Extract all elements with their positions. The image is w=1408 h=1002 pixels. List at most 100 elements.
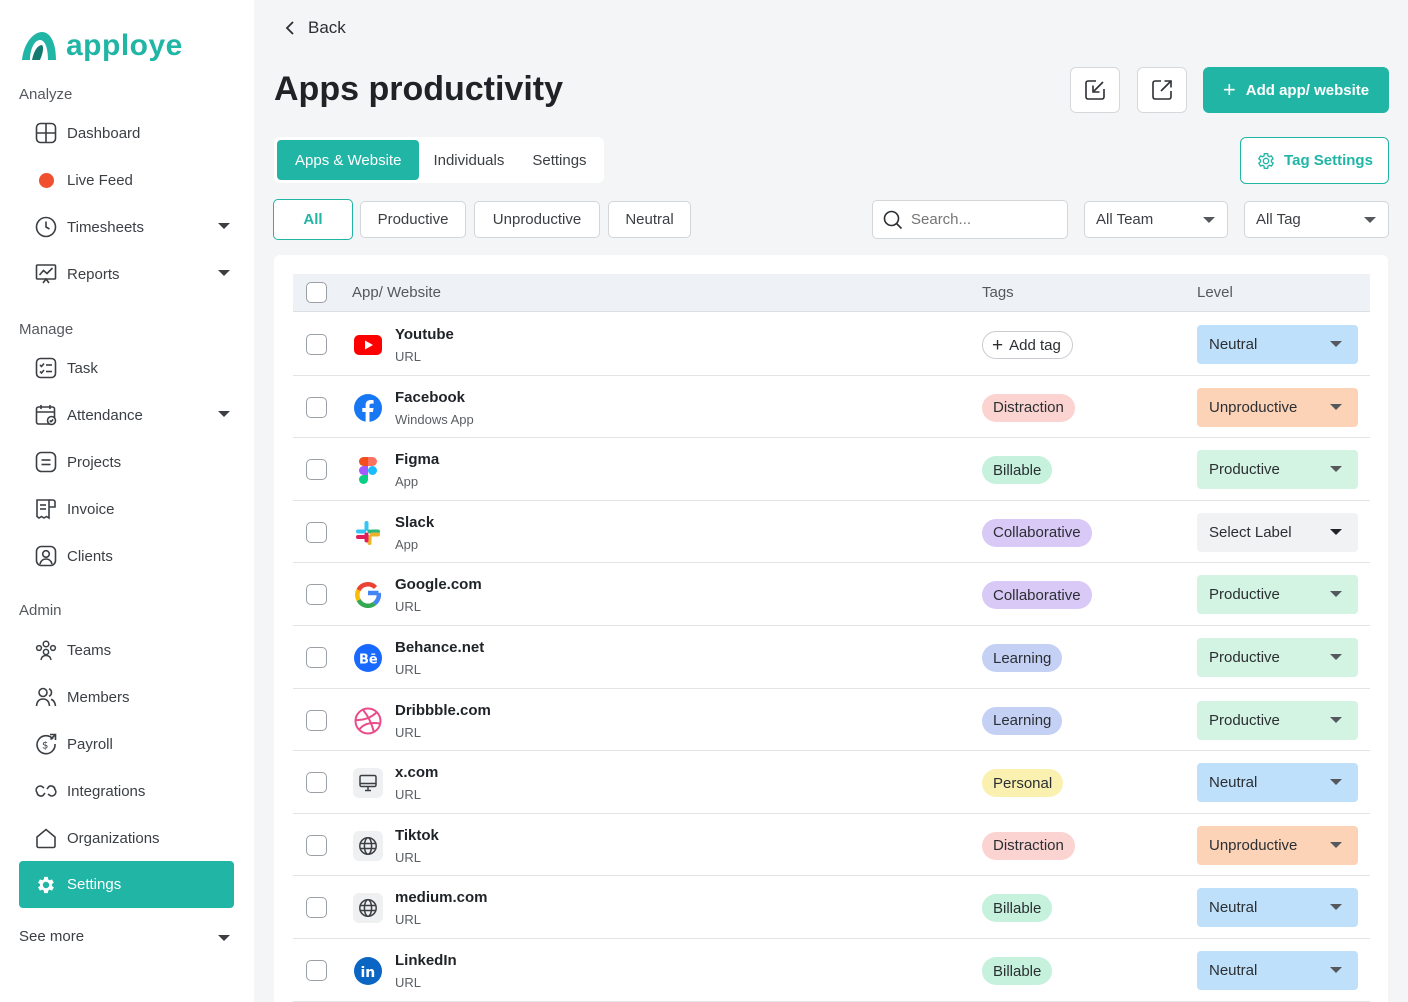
level-select[interactable]: Unproductive: [1197, 387, 1358, 427]
tag-badge[interactable]: Learning: [982, 706, 1063, 735]
tag-badge[interactable]: Learning: [982, 644, 1063, 672]
select-all-checkbox[interactable]: [306, 282, 327, 303]
sidebar-item-label: Reports: [67, 265, 120, 283]
level-select[interactable]: Productive: [1197, 450, 1358, 490]
import-button[interactable]: [1070, 67, 1120, 113]
back-link[interactable]: Back: [284, 18, 346, 38]
youtube-icon: [353, 330, 383, 360]
filter-neutral[interactable]: Neutral: [608, 201, 691, 238]
level-select[interactable]: Unproductive: [1197, 825, 1358, 865]
dashboard-icon: [35, 122, 57, 144]
members-icon: [35, 686, 57, 708]
row-checkbox[interactable]: [306, 521, 327, 543]
row-checkbox[interactable]: [306, 772, 327, 794]
row-checkbox[interactable]: [306, 584, 327, 606]
table-row: Slack App Collaborative Select Label: [293, 501, 1370, 564]
tab-apps-website[interactable]: Apps & Website: [277, 140, 420, 180]
sidebar-item-task[interactable]: Task: [19, 346, 234, 390]
plus-icon: +: [992, 334, 1004, 356]
tag-badge[interactable]: Distraction: [982, 393, 1075, 422]
sidebar-item-settings[interactable]: Settings: [19, 861, 234, 908]
sidebar-item-label: Integrations: [67, 782, 146, 800]
table-row: Tiktok URL Distraction Unproductive: [293, 814, 1370, 877]
sidebar-item-label: Task: [67, 359, 98, 377]
level-value: Neutral: [1209, 774, 1258, 792]
tag-badge[interactable]: Billable: [982, 894, 1053, 923]
add-app-website-label: Add app/ website: [1245, 81, 1370, 99]
apps-table: App/ Website Tags Level Youtube URL + Add…: [274, 255, 1388, 1002]
level-value: Productive: [1209, 711, 1280, 729]
sidebar-item-label: Members: [67, 688, 130, 706]
export-button[interactable]: [1137, 67, 1187, 113]
tag-settings-button[interactable]: Tag Settings: [1240, 137, 1389, 184]
chevron-down-icon: [1330, 403, 1342, 410]
filter-all[interactable]: All: [273, 199, 353, 240]
level-select[interactable]: Productive: [1197, 700, 1358, 740]
tag-badge[interactable]: Billable: [982, 456, 1053, 485]
tag-badge[interactable]: Billable: [982, 957, 1053, 985]
brand-name: apploye: [66, 29, 183, 62]
row-checkbox[interactable]: [306, 647, 327, 668]
see-more-toggle[interactable]: See more: [19, 928, 234, 945]
team-select[interactable]: All Team: [1084, 201, 1228, 238]
gear-icon: [35, 874, 57, 896]
sidebar-item-invoice[interactable]: Invoice: [19, 487, 234, 531]
sidebar-item-projects[interactable]: Projects: [19, 440, 234, 484]
slack-icon: [353, 518, 383, 548]
row-checkbox[interactable]: [306, 834, 327, 856]
app-type: URL: [395, 975, 422, 990]
tab-individuals[interactable]: Individuals: [419, 140, 518, 180]
app-name: Dribbble.com: [395, 701, 491, 719]
level-value: Productive: [1209, 461, 1280, 479]
sidebar-item-organizations[interactable]: Organizations: [19, 816, 234, 860]
row-checkbox[interactable]: [306, 897, 327, 919]
level-select[interactable]: Neutral: [1197, 763, 1358, 803]
sidebar-item-label: Invoice: [67, 500, 115, 518]
search-input[interactable]: [911, 211, 1061, 228]
level-select[interactable]: Productive: [1197, 638, 1358, 677]
row-checkbox[interactable]: [306, 709, 327, 731]
tag-badge[interactable]: Personal: [982, 769, 1064, 798]
chevron-down-icon: [1203, 217, 1215, 223]
level-select[interactable]: Select Label: [1197, 512, 1358, 552]
tag-settings-label: Tag Settings: [1284, 152, 1373, 169]
row-checkbox[interactable]: [306, 396, 327, 418]
sidebar-item-attendance[interactable]: Attendance: [19, 393, 234, 437]
add-app-website-button[interactable]: + Add app/ website: [1203, 67, 1389, 113]
tag-badge[interactable]: Collaborative: [982, 518, 1092, 547]
app-type: URL: [395, 849, 422, 865]
chevron-left-icon: [285, 21, 294, 35]
chevron-down-icon: [1330, 528, 1342, 535]
sidebar-item-timesheets[interactable]: Timesheets: [19, 205, 234, 249]
app-type: URL: [395, 912, 422, 928]
search-box[interactable]: [872, 200, 1068, 239]
row-checkbox[interactable]: [306, 960, 327, 981]
level-select[interactable]: Neutral: [1197, 325, 1358, 364]
tag-select[interactable]: All Tag: [1244, 201, 1389, 238]
sidebar-item-reports[interactable]: Reports: [19, 252, 234, 296]
level-select[interactable]: Productive: [1197, 575, 1358, 615]
sidebar-item-teams[interactable]: Teams: [19, 628, 234, 672]
sidebar-item-clients[interactable]: Clients: [19, 534, 234, 578]
tag-badge[interactable]: Distraction: [982, 831, 1075, 860]
section-admin: Admin: [19, 602, 62, 619]
filter-productive[interactable]: Productive: [360, 201, 466, 238]
add-tag-button[interactable]: + Add tag: [982, 331, 1073, 359]
table-row: medium.com URL Billable Neutral: [293, 876, 1370, 939]
filter-unproductive[interactable]: Unproductive: [474, 201, 600, 238]
sidebar-item-members[interactable]: Members: [19, 675, 234, 719]
sidebar-item-payroll[interactable]: $ Payroll: [19, 722, 234, 766]
tab-settings[interactable]: Settings: [518, 140, 600, 180]
sidebar-item-label: Timesheets: [67, 218, 144, 236]
tag-badge[interactable]: Collaborative: [982, 581, 1092, 610]
level-select[interactable]: Neutral: [1197, 888, 1358, 928]
sidebar-item-live-feed[interactable]: Live Feed: [19, 158, 234, 202]
sidebar-item-integrations[interactable]: Integrations: [19, 769, 234, 813]
payroll-icon: $: [35, 733, 57, 755]
row-checkbox[interactable]: [306, 459, 327, 481]
sidebar-item-dashboard[interactable]: Dashboard: [19, 111, 234, 155]
chevron-down-icon: [1330, 591, 1342, 598]
level-select[interactable]: Neutral: [1197, 951, 1358, 990]
row-checkbox[interactable]: [306, 334, 327, 355]
brand-logo[interactable]: apploye: [18, 28, 183, 64]
